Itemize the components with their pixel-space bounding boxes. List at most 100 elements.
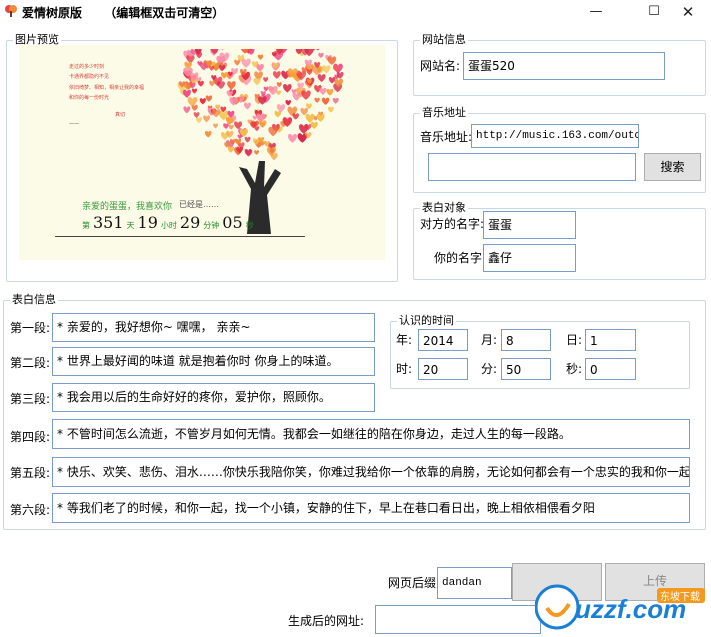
counter-prefix: 第: [82, 221, 90, 230]
line2-label: 第二段:: [10, 356, 51, 370]
music-search-input[interactable]: [428, 153, 636, 181]
line6-label: 第六段:: [10, 503, 51, 517]
poem-line: 和你的每一份时光: [69, 95, 110, 101]
counter-seconds: 05: [222, 213, 243, 232]
heart-leaf: [274, 110, 282, 118]
heart-leaf: [276, 104, 286, 113]
love-tree-illustration: [177, 49, 344, 234]
heart-leaf: [285, 100, 292, 106]
app-title: 爱情树原版: [22, 6, 83, 20]
heart-leaf: [273, 71, 281, 79]
counter-minutes-unit: 分钟: [203, 221, 220, 230]
window-title: 爱情树原版 （编辑框双击可清空）: [22, 4, 224, 21]
partner-name-label: 对方的名字:: [420, 217, 485, 231]
music-url-label: 音乐地址:: [420, 130, 473, 144]
love-counter: 第 351 天 19 小时 29 分钟 05 秒: [82, 213, 257, 232]
heart-leaf: [276, 90, 282, 96]
minimize-icon[interactable]: —: [573, 0, 619, 24]
year-input[interactable]: 2014: [418, 329, 468, 351]
heart-leaf: [237, 134, 243, 140]
heart-leaf: [244, 136, 251, 143]
heart-leaf: [195, 117, 202, 124]
line3-label: 第三段:: [10, 392, 51, 406]
heart-leaf: [328, 77, 336, 84]
poem-line: 依旧绮梦、相知，相亲让我的幸福: [69, 85, 145, 91]
already-text: 已经是……: [179, 200, 219, 209]
minute-label: 分:: [481, 362, 498, 376]
counter-minutes: 29: [179, 213, 201, 232]
heart-leaf: [193, 112, 200, 118]
heart-leaf: [197, 80, 204, 87]
search-button[interactable]: 搜索: [644, 153, 701, 181]
hour-label: 时:: [396, 362, 413, 376]
heart-leaf: [191, 88, 198, 94]
heart-leaf: [199, 98, 206, 105]
heart-leaf: [263, 77, 269, 83]
line5-input[interactable]: * 快乐、欢笑、悲伤、泪水……你快乐我陪你笑，你难过我给你一个依靠的肩膀，无论如…: [52, 457, 690, 487]
tree-app-icon: [5, 5, 17, 17]
heart-leaf: [223, 123, 229, 129]
heart-leaf: [234, 59, 241, 66]
day-input[interactable]: 1: [585, 329, 636, 351]
second-label: 秒:: [566, 362, 583, 376]
heart-leaf: [209, 80, 215, 87]
counter-seconds-unit: 秒: [245, 221, 254, 230]
line2-input[interactable]: * 世界上最好闻的味道 就是抱着你时 你身上的味道。: [52, 347, 375, 376]
heart-leaf: [257, 54, 264, 60]
partner-name-input[interactable]: 蛋蛋: [483, 211, 576, 239]
poem-line: ——: [69, 121, 79, 127]
heart-leaf: [205, 95, 213, 102]
uzzf-watermark: uzzf.com 东坡下载: [534, 580, 707, 634]
heart-leaf: [332, 97, 339, 104]
heart-leaf: [322, 65, 331, 74]
watermark-tag: 东坡下载: [660, 590, 700, 603]
site-info-legend: 网站信息: [420, 33, 468, 47]
title-hint: （编辑框双击可清空）: [104, 6, 225, 20]
my-name-input[interactable]: 鑫仔: [483, 244, 576, 272]
suffix-input[interactable]: dandan: [437, 567, 512, 599]
generated-url-input[interactable]: [375, 605, 541, 634]
heart-leaf: [319, 87, 327, 95]
heart-leaf: [326, 88, 334, 96]
heart-leaf: [288, 133, 297, 143]
music-url-input[interactable]: http://music.163.com/outchain/p: [471, 124, 639, 148]
line1-label: 第一段:: [10, 321, 51, 335]
hour-input[interactable]: 20: [418, 358, 468, 380]
poem-line: 真切: [115, 112, 126, 118]
month-input[interactable]: 8: [501, 329, 551, 351]
poem-line: 走过的多少时刻: [69, 64, 105, 70]
heart-leaf: [327, 106, 334, 113]
line4-label: 第四段:: [10, 430, 51, 444]
target-legend: 表白对象: [420, 201, 468, 215]
heart-leaf: [227, 81, 236, 90]
line5-label: 第五段:: [10, 466, 51, 480]
line3-input[interactable]: * 我会用以后的生命好好的疼你，爱护你，照顾你。: [52, 383, 375, 412]
preview-divider: [55, 236, 305, 237]
site-name-label: 网站名:: [420, 59, 461, 73]
minute-input[interactable]: 50: [501, 358, 551, 380]
counter-days-unit: 天: [126, 221, 135, 230]
heart-leaf: [228, 124, 234, 130]
heart-leaf: [317, 74, 326, 83]
heart-leaf: [263, 86, 269, 92]
heart-leaf: [241, 58, 251, 68]
second-input[interactable]: 0: [585, 358, 636, 380]
site-name-input[interactable]: 蛋蛋520: [463, 52, 665, 80]
preview-image: 走过的多少时刻 卡通界都隐约不见 依旧绮梦、相知，相亲让我的幸福 和你的每一份时…: [19, 45, 385, 260]
heart-leaf: [254, 150, 260, 155]
month-label: 月:: [481, 333, 498, 347]
heart-leaf: [305, 113, 315, 123]
heart-leaf: [259, 120, 267, 128]
line6-input[interactable]: * 等我们老了的时候，和你一起，找一个小镇，安静的住下，早上在巷口看日出，晚上相…: [52, 493, 690, 523]
heart-leaf: [221, 49, 224, 50]
heart-leaf: [234, 121, 243, 130]
suffix-label: 网页后缀:: [388, 576, 441, 590]
heart-leaf: [253, 77, 261, 86]
line4-input[interactable]: * 不管时间怎么流逝，不管岁月如何无情。我都会一如继往的陪在你身边，走过人生的每…: [52, 419, 690, 449]
counter-hours: 19: [137, 213, 158, 232]
counter-hours-unit: 小时: [160, 221, 177, 230]
line1-input[interactable]: * 亲爱的，我好想你~ 嘿嘿， 亲亲~: [52, 313, 375, 342]
title-bar: 爱情树原版 （编辑框双击可清空） — ☐ ✕: [0, 0, 711, 24]
close-icon[interactable]: ✕: [665, 0, 711, 24]
heart-leaf: [270, 152, 278, 161]
